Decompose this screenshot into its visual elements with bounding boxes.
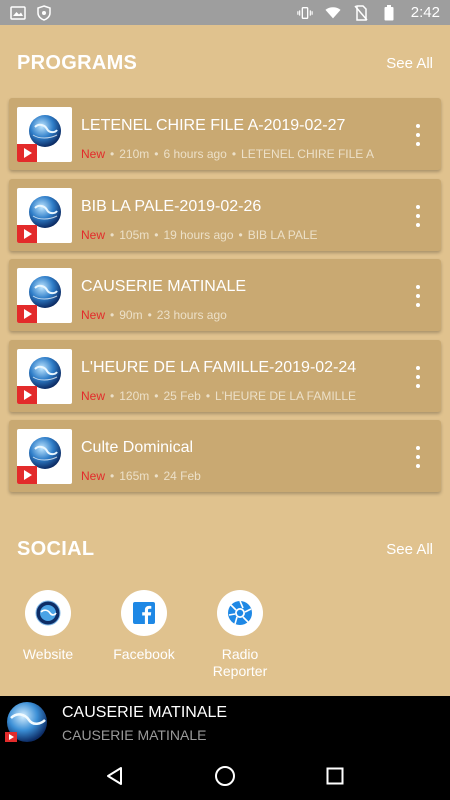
new-badge: New <box>81 308 106 322</box>
program-duration: 120m <box>119 388 150 403</box>
separator-dot: • <box>110 469 115 483</box>
play-icon[interactable] <box>17 385 37 404</box>
separator-dot: • <box>154 147 159 161</box>
program-thumbnail <box>17 187 72 243</box>
clock: 2:42 <box>410 4 440 21</box>
program-show-name: L'HEURE DE LA FAMILLE <box>215 388 357 403</box>
program-card[interactable]: BIB LA PALE-2019-02-26 New • 105m • 19 hours… <box>9 178 441 251</box>
program-title: LETENEL CHIRE FILE A-2019-02-27 <box>81 117 346 134</box>
shield-icon <box>36 4 52 21</box>
play-icon[interactable] <box>17 305 37 323</box>
program-time: 24 Feb <box>163 469 201 483</box>
programs-header: PROGRAMS See All <box>17 52 433 75</box>
new-badge: New <box>81 147 106 161</box>
program-time: 6 hours ago <box>163 147 227 161</box>
play-icon[interactable] <box>17 466 37 484</box>
program-card[interactable]: L'HEURE DE LA FAMILLE-2019-02-24 New • 120… <box>9 339 441 412</box>
social-see-all-button[interactable]: See All <box>386 541 433 558</box>
program-card[interactable]: LETENEL CHIRE FILE A-2019-02-27 New • 210m… <box>9 98 441 170</box>
program-duration: 90m <box>119 308 143 322</box>
more-options-icon[interactable] <box>413 365 423 388</box>
new-badge: New <box>81 469 106 483</box>
program-thumbnail <box>17 348 72 404</box>
social-header: SOCIAL See All <box>17 538 433 561</box>
programs-title: PROGRAMS <box>17 52 138 74</box>
recents-icon[interactable] <box>315 756 355 796</box>
program-meta: New • 90m • 23 hours ago <box>81 308 227 322</box>
no-sim-icon <box>353 4 369 21</box>
program-title: CAUSERIE MATINALE <box>81 278 247 295</box>
social-label: Radio Reporter <box>212 646 268 679</box>
more-options-icon[interactable] <box>413 124 423 146</box>
program-meta: New • 105m • 19 hours ago • BIB LA PALE <box>81 228 318 242</box>
program-show-name: BIB LA PALE <box>247 227 318 242</box>
social-facebook-button[interactable]: Facebook <box>96 590 192 663</box>
program-thumbnail <box>17 107 72 162</box>
program-time: 19 hours ago <box>163 227 234 242</box>
now-playing-bar[interactable]: CAUSERIE MATINALE CAUSERIE MATINALE <box>0 696 450 752</box>
separator-dot: • <box>110 147 115 161</box>
program-duration: 210m <box>119 147 150 161</box>
program-thumbnail <box>17 429 72 484</box>
social-title: SOCIAL <box>17 538 95 560</box>
now-playing-subtitle: CAUSERIE MATINALE <box>62 727 207 743</box>
separator-dot: • <box>238 227 243 242</box>
now-playing-title: CAUSERIE MATINALE <box>62 704 228 721</box>
social-radio-reporter-button[interactable]: Radio Reporter <box>192 590 288 680</box>
program-title: BIB LA PALE-2019-02-26 <box>81 197 262 215</box>
separator-dot: • <box>110 388 115 403</box>
home-icon[interactable] <box>205 756 245 796</box>
more-options-icon[interactable] <box>413 285 423 307</box>
new-badge: New <box>81 227 106 242</box>
vibrate-icon <box>297 5 313 21</box>
social-website-button[interactable]: Website <box>0 590 96 663</box>
program-show-name: LETENEL CHIRE FILE A <box>241 147 374 161</box>
program-meta: New • 165m • 24 Feb <box>81 469 201 483</box>
separator-dot: • <box>110 227 115 242</box>
separator-dot: • <box>205 388 211 403</box>
more-options-icon[interactable] <box>413 446 423 468</box>
more-options-icon[interactable] <box>413 204 423 227</box>
globe-icon <box>25 590 71 636</box>
play-icon[interactable] <box>17 224 37 243</box>
program-card[interactable]: CAUSERIE MATINALE New • 90m • 23 hours ago <box>9 259 441 331</box>
separator-dot: • <box>147 308 152 322</box>
camera-shutter-icon <box>217 590 263 636</box>
separator-dot: • <box>154 469 159 483</box>
program-duration: 105m <box>119 227 150 242</box>
wifi-icon <box>325 5 341 21</box>
system-navigation-bar <box>0 752 450 800</box>
facebook-icon <box>121 590 167 636</box>
separator-dot: • <box>154 227 159 242</box>
program-card[interactable]: Culte Dominical New • 165m • 24 Feb <box>9 420 441 492</box>
notification-icon <box>10 5 26 21</box>
play-icon[interactable] <box>17 144 37 162</box>
new-badge: New <box>81 388 106 403</box>
social-row: Website Facebook Radio Reporter <box>0 590 450 690</box>
program-list: LETENEL CHIRE FILE A-2019-02-27 New • 210m… <box>9 98 441 501</box>
program-meta: New • 120m • 25 Feb • L'HEURE DE LA FAMILLE <box>81 389 356 403</box>
separator-dot: • <box>110 308 115 322</box>
social-label: Facebook <box>113 646 175 662</box>
separator-dot: • <box>154 388 159 403</box>
separator-dot: • <box>231 147 237 161</box>
program-time: 25 Feb <box>163 388 201 403</box>
program-meta: New • 210m • 6 hours ago • LETENEL CHIRE FILE … <box>81 147 374 161</box>
program-title: Culte Dominical <box>81 439 194 456</box>
programs-see-all-button[interactable]: See All <box>386 55 433 72</box>
social-label: Website <box>22 646 74 662</box>
battery-icon <box>381 4 397 21</box>
program-duration: 165m <box>119 469 150 483</box>
now-playing-artwork <box>5 702 47 742</box>
back-icon[interactable] <box>95 756 135 796</box>
program-time: 23 hours ago <box>156 308 227 322</box>
program-thumbnail <box>17 268 72 323</box>
status-bar: 2:42 <box>0 0 450 25</box>
program-title: L'HEURE DE LA FAMILLE-2019-02-24 <box>81 358 357 376</box>
